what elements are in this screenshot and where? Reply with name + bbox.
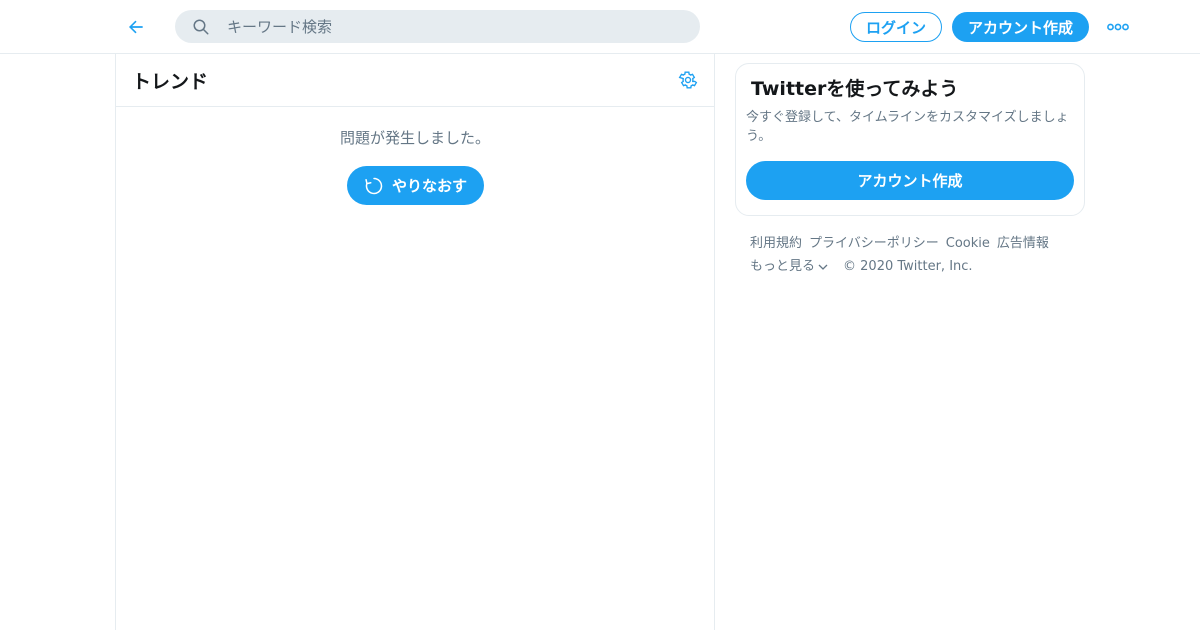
- top-bar: ログイン アカウント作成: [0, 0, 1200, 54]
- card-description: 今すぐ登録して、タイムラインをカスタマイズしましょう。: [746, 110, 1069, 144]
- settings-button[interactable]: [676, 68, 700, 92]
- card-title: Twitterを使ってみよう: [751, 78, 959, 100]
- search-icon: [175, 18, 227, 36]
- footer-link-cookie[interactable]: Cookie: [946, 232, 990, 255]
- login-button[interactable]: ログイン: [850, 12, 942, 42]
- footer-link-ads[interactable]: 広告情報: [997, 232, 1049, 255]
- back-button[interactable]: [118, 9, 154, 45]
- gear-icon: [678, 71, 698, 89]
- footer-more-label: もっと見る: [750, 259, 816, 274]
- refresh-icon: [365, 177, 383, 194]
- more-button[interactable]: [1102, 12, 1134, 42]
- footer-link-terms[interactable]: 利用規約: [750, 232, 802, 255]
- search-box[interactable]: [175, 10, 700, 43]
- arrow-left-icon: [129, 20, 143, 34]
- retry-button[interactable]: やりなおす: [347, 166, 484, 205]
- more-dots-icon: [1107, 23, 1129, 31]
- retry-label: やりなおす: [391, 177, 467, 195]
- chevron-down-icon: [818, 264, 828, 270]
- footer-more-button[interactable]: もっと見る: [750, 255, 829, 278]
- search-input[interactable]: [227, 17, 700, 36]
- page-title: トレンド: [132, 71, 209, 93]
- error-message: 問題が発生しました。: [339, 129, 490, 147]
- footer-link-privacy[interactable]: プライバシーポリシー: [809, 232, 939, 255]
- footer: 利用規約 プライバシーポリシー Cookie 広告情報 もっと見る © 2020…: [750, 232, 1080, 278]
- trends-column: トレンド 問題が発生しました。 やりなおす: [115, 54, 715, 630]
- signup-card: Twitterを使ってみよう 今すぐ登録して、タイムラインをカスタマイズしましょ…: [735, 63, 1085, 216]
- card-signup-button[interactable]: アカウント作成: [746, 161, 1074, 200]
- copyright: © 2020 Twitter, Inc.: [843, 259, 973, 274]
- signup-button[interactable]: アカウント作成: [952, 12, 1089, 42]
- column-header: トレンド: [116, 54, 714, 107]
